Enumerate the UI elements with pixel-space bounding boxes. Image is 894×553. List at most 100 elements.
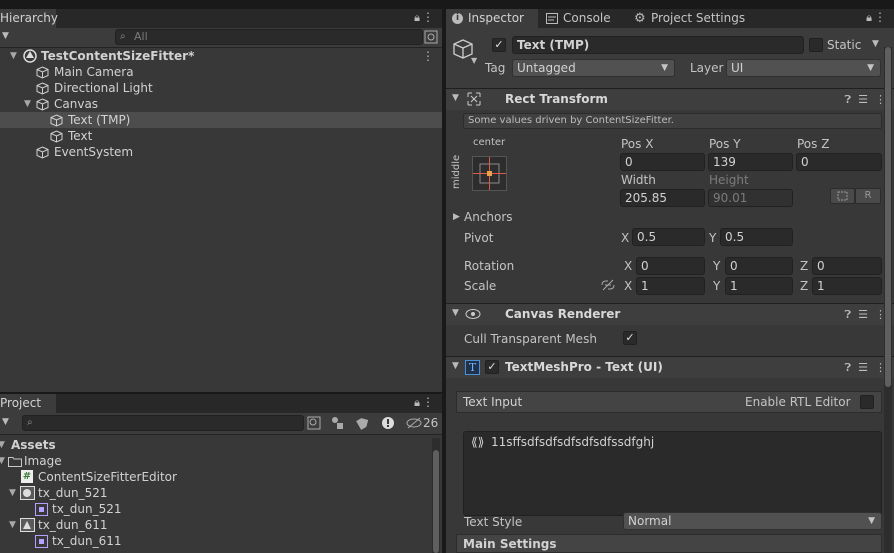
- preset-icon[interactable]: ☰: [858, 308, 868, 321]
- tab-label: Console: [563, 11, 611, 25]
- constrain-proportions-icon[interactable]: [601, 279, 615, 291]
- scrollbar-thumb[interactable]: [433, 450, 439, 553]
- tab-hierarchy[interactable]: Hierarchy: [0, 9, 58, 28]
- lock-icon[interactable]: 🔒︎: [414, 11, 420, 25]
- component-enabled-checkbox[interactable]: ✓: [485, 360, 499, 374]
- project-tabbar: Project 🔒︎ ⋮: [0, 394, 442, 413]
- tab-project[interactable]: Project: [0, 394, 56, 413]
- tab-inspector[interactable]: i Inspector: [446, 9, 538, 28]
- more-menu-icon[interactable]: ⋮: [422, 10, 434, 24]
- foldout-arrow-icon[interactable]: ▼: [452, 308, 459, 318]
- component-header-icons[interactable]: ❓︎ ☰ ⋮: [845, 308, 887, 322]
- help-icon[interactable]: ❓︎: [845, 93, 852, 106]
- rotation-y-field[interactable]: 0: [725, 257, 793, 275]
- width-label: Width: [621, 173, 656, 187]
- more-menu-icon[interactable]: ⋮: [874, 10, 886, 24]
- expand-arrow-icon[interactable]: ▼: [9, 517, 19, 533]
- expand-arrow-icon[interactable]: ▼: [9, 485, 19, 501]
- active-checkbox[interactable]: ✓: [492, 38, 506, 52]
- hidden-count: 26: [423, 416, 439, 430]
- main-settings-section-header[interactable]: Main Settings: [456, 534, 882, 553]
- project-item-image[interactable]: ▼ Image: [0, 453, 442, 469]
- project-item-tx-dun-521-sprite[interactable]: tx_dun_521: [0, 501, 442, 517]
- more-menu-icon[interactable]: ⋮: [422, 395, 434, 409]
- project-item-tx-dun-521[interactable]: ▼ tx_dun_521: [0, 485, 442, 501]
- search-options-icon[interactable]: [424, 30, 438, 44]
- lock-icon[interactable]: 🔒︎: [866, 11, 872, 25]
- expand-arrow-icon[interactable]: ▼: [10, 48, 20, 64]
- height-label: Height: [709, 173, 749, 187]
- textmeshpro-header[interactable]: ▼ T ✓ TextMeshPro - Text (UI) ❓︎ ☰ ⋮: [446, 356, 894, 378]
- help-icon[interactable]: ❓︎: [845, 308, 852, 321]
- rotation-z-field[interactable]: 0: [812, 257, 882, 275]
- expand-arrow-icon[interactable]: ▼: [24, 96, 34, 112]
- hierarchy-item-canvas[interactable]: ▼ Canvas: [0, 96, 442, 112]
- hierarchy-scene-row[interactable]: ▼ TestContentSizeFitter* ⋮: [0, 48, 442, 64]
- expand-arrow-icon[interactable]: ▼: [0, 437, 8, 453]
- raw-edit-button[interactable]: R: [855, 188, 881, 204]
- warning-filter-icon[interactable]: [381, 416, 395, 430]
- pos-y-field[interactable]: 139: [708, 153, 793, 171]
- rotation-x-field[interactable]: 0: [636, 257, 705, 275]
- anchors-foldout-icon[interactable]: ▶: [453, 212, 460, 222]
- pivot-x-field[interactable]: 0.5: [632, 228, 705, 246]
- project-search-input[interactable]: ⌕: [22, 415, 304, 431]
- static-dropdown-icon[interactable]: ▼: [872, 39, 879, 49]
- anchor-preset-button[interactable]: [472, 156, 507, 191]
- foldout-arrow-icon[interactable]: ▼: [452, 361, 459, 371]
- preset-icon[interactable]: ☰: [858, 361, 868, 374]
- expand-arrow-icon[interactable]: ▼: [0, 453, 8, 469]
- preset-icon[interactable]: ☰: [858, 93, 868, 106]
- hidden-packages-icon[interactable]: [406, 416, 422, 430]
- filter-label-icon[interactable]: [356, 416, 370, 430]
- scene-menu-icon[interactable]: ⋮: [422, 48, 434, 64]
- cull-transparent-mesh-checkbox[interactable]: ✓: [623, 331, 637, 345]
- pivot-y-field[interactable]: 0.5: [720, 228, 793, 246]
- scale-x-field[interactable]: 1: [636, 277, 705, 295]
- hierarchy-search-input[interactable]: ⌕ All: [115, 29, 423, 45]
- hierarchy-item-text[interactable]: Text: [0, 128, 442, 144]
- lock-icon[interactable]: 🔒︎: [414, 396, 420, 410]
- pos-z-field[interactable]: 0: [796, 153, 882, 171]
- filter-type-icon[interactable]: [330, 416, 344, 430]
- project-scrollbar[interactable]: [432, 438, 440, 553]
- component-header-icons[interactable]: ❓︎ ☰ ⋮: [845, 93, 887, 107]
- text-input-area[interactable]: ⟪⟫ 11sffsdfsdfsdfsdfsdfssdfghj: [463, 431, 882, 516]
- enable-rtl-checkbox[interactable]: [860, 395, 874, 409]
- static-checkbox[interactable]: [809, 38, 823, 52]
- text-style-dropdown[interactable]: Normal ▼: [623, 512, 882, 530]
- search-by-type-icon[interactable]: [307, 416, 321, 430]
- object-name-input[interactable]: Text (TMP): [512, 36, 804, 54]
- pos-x-label: Pos X: [621, 137, 654, 151]
- create-dropdown-icon[interactable]: ▼: [2, 31, 9, 41]
- pos-x-field[interactable]: 0: [620, 153, 705, 171]
- project-assets-row[interactable]: ▼ Assets: [0, 437, 442, 453]
- item-label: Canvas: [54, 97, 99, 111]
- canvas-renderer-header[interactable]: ▼ Canvas Renderer ❓︎ ☰ ⋮: [446, 303, 894, 325]
- hierarchy-item-main-camera[interactable]: Main Camera: [0, 64, 442, 80]
- project-item-contentsizefittereditor[interactable]: # ContentSizeFitterEditor: [0, 469, 442, 485]
- scene-name: TestContentSizeFitter*: [41, 49, 195, 63]
- project-item-tx-dun-611-sprite[interactable]: tx_dun_611: [0, 533, 442, 549]
- hierarchy-item-directional-light[interactable]: Directional Light: [0, 80, 442, 96]
- component-header-icons[interactable]: ❓︎ ☰ ⋮: [845, 361, 887, 375]
- driven-info-box: Some values driven by ContentSizeFitter.: [463, 113, 882, 129]
- create-dropdown-icon[interactable]: ▼: [2, 417, 9, 427]
- scrollbar-thumb[interactable]: [885, 47, 891, 387]
- width-field[interactable]: 205.85: [620, 189, 705, 207]
- hierarchy-item-eventsystem[interactable]: EventSystem: [0, 144, 442, 160]
- scale-z-field[interactable]: 1: [812, 277, 882, 295]
- anchors-label[interactable]: Anchors: [464, 210, 513, 224]
- layer-dropdown[interactable]: UI ▼: [726, 59, 881, 77]
- tag-dropdown[interactable]: Untagged ▼: [512, 59, 675, 77]
- eye-icon: [465, 308, 481, 320]
- blueprint-mode-button[interactable]: [830, 188, 855, 204]
- icon-dropdown-arrow-icon[interactable]: ▼: [471, 56, 477, 65]
- hierarchy-item-text-tmp[interactable]: Text (TMP): [0, 112, 442, 128]
- inspector-scrollbar[interactable]: [884, 47, 892, 553]
- rect-transform-header[interactable]: ▼ Rect Transform ❓︎ ☰ ⋮: [446, 88, 894, 110]
- project-item-tx-dun-611[interactable]: ▼ tx_dun_611: [0, 517, 442, 533]
- help-icon[interactable]: ❓︎: [845, 361, 852, 374]
- foldout-arrow-icon[interactable]: ▼: [452, 93, 459, 103]
- scale-y-field[interactable]: 1: [725, 277, 793, 295]
